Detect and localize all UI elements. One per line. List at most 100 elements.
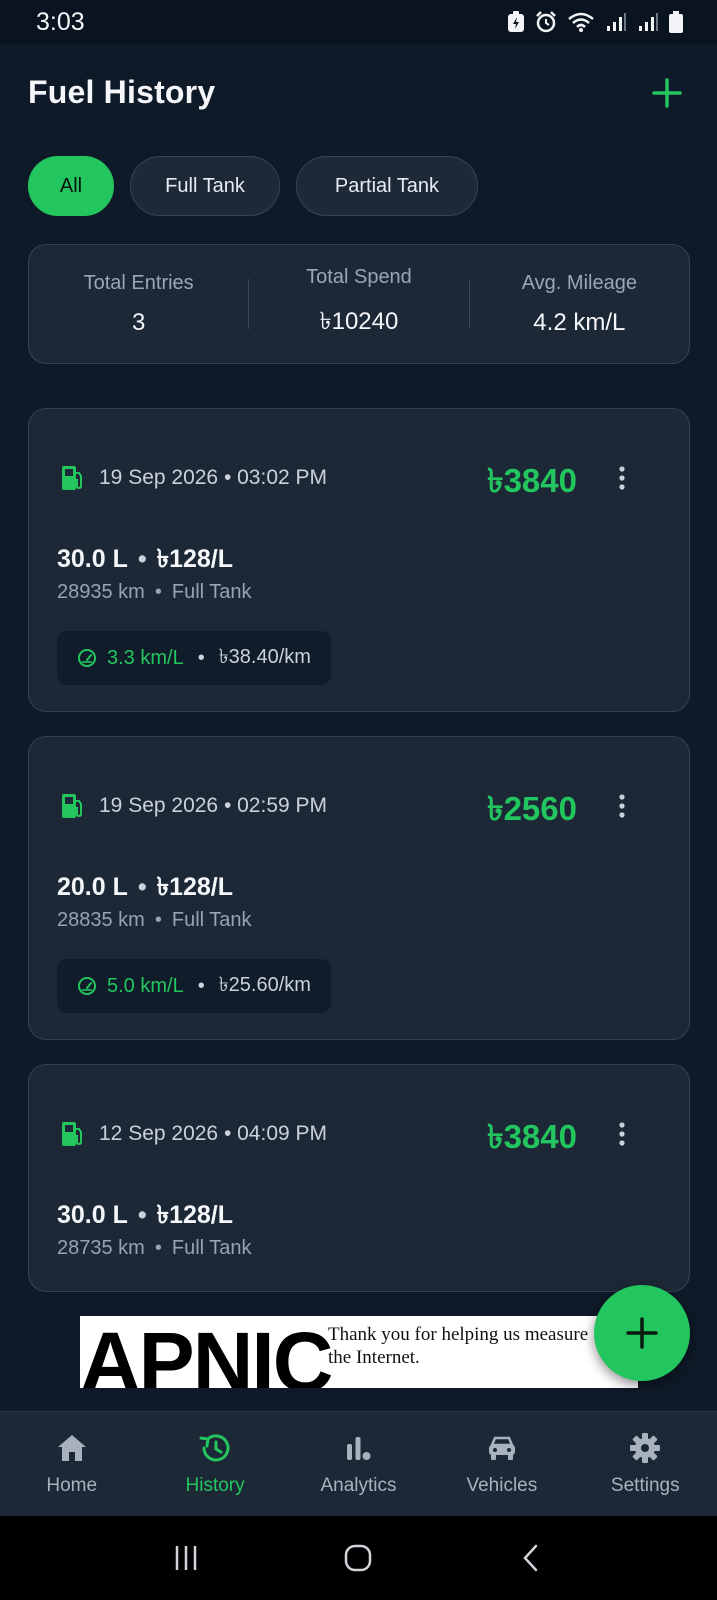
fuel-entry-card[interactable]: 19 Sep 2026 • 03:02 PM ৳3840 30.0 L • ৳128… [28, 408, 690, 712]
status-time: 3:03 [36, 7, 85, 36]
gear-icon [580, 1431, 710, 1465]
entry-date: 12 Sep 2026 • 04:09 PM [99, 1122, 328, 1145]
entry-meta: 28835 km • Full Tank [57, 909, 252, 932]
avg-mileage-value: 4.2 km/L [533, 308, 626, 336]
filter-chips: All Full Tank Partial Tank [28, 156, 478, 216]
speedometer-icon [78, 977, 96, 995]
battery-saver-icon [507, 11, 525, 33]
entry-odometer: 28835 km [57, 909, 145, 931]
total-entries-label: Total Entries [83, 271, 194, 294]
filter-partial-tank-chip[interactable]: Partial Tank [296, 156, 478, 216]
nav-label: Vehicles [466, 1475, 538, 1496]
battery-icon [669, 11, 683, 33]
separator-dot: • [137, 873, 147, 901]
entry-mileage: 3.3 km/L [107, 646, 184, 669]
nav-label: Analytics [320, 1475, 397, 1496]
home-system-button[interactable] [328, 1533, 388, 1583]
entry-price: ৳128/L [156, 545, 234, 573]
entry-volume-price: 20.0 L • ৳128/L [57, 867, 233, 910]
avg-mileage-label: Avg. Mileage [521, 271, 637, 294]
entry-more-button[interactable] [605, 461, 639, 495]
entry-fill-type: Full Tank [171, 1237, 252, 1259]
avg-mileage-stat: Avg. Mileage 4.2 km/L [470, 272, 689, 337]
entry-header: 19 Sep 2026 • 03:02 PM [61, 465, 327, 491]
entry-amount: ৳3840 [487, 462, 577, 499]
more-vertical-icon [619, 794, 625, 818]
history-icon [150, 1431, 280, 1465]
status-icons [507, 11, 683, 33]
recent-apps-button[interactable] [156, 1533, 216, 1583]
entry-price: ৳128/L [156, 873, 234, 901]
entry-volume-price: 30.0 L • ৳128/L [57, 1195, 233, 1238]
entry-more-button[interactable] [605, 789, 639, 823]
entry-date: 19 Sep 2026 • 03:02 PM [99, 466, 328, 489]
separator-dot: • [137, 1201, 147, 1229]
fuel-entry-card[interactable]: 12 Sep 2026 • 04:09 PM ৳3840 30.0 L • ৳128… [28, 1064, 690, 1292]
more-vertical-icon [619, 1122, 625, 1146]
nav-settings[interactable]: Settings [580, 1431, 710, 1497]
total-spend-value: ৳10240 [319, 307, 399, 335]
total-entries-value: 3 [131, 308, 146, 336]
back-button[interactable] [501, 1533, 561, 1583]
entry-mileage: 5.0 km/L [107, 974, 184, 997]
speedometer-icon [78, 649, 96, 667]
signal-icon [605, 11, 627, 33]
bottom-nav: Home History Analytics Vehicles Settings [0, 1411, 717, 1516]
nav-vehicles[interactable]: Vehicles [437, 1431, 567, 1497]
add-entry-button[interactable] [644, 70, 690, 116]
entry-fill-type: Full Tank [171, 581, 252, 603]
entry-volume-price: 30.0 L • ৳128/L [57, 539, 233, 582]
entry-amount: ৳2560 [487, 790, 577, 827]
page-title: Fuel History [28, 74, 216, 110]
add-entry-fab[interactable] [594, 1285, 690, 1381]
separator-dot: • [197, 646, 205, 669]
fuel-pump-icon [62, 794, 82, 818]
back-icon [523, 1544, 538, 1572]
nav-history[interactable]: History [150, 1431, 280, 1497]
efficiency-badge: 5.0 km/L • ৳25.60/km [57, 959, 331, 1013]
plus-icon [626, 1317, 658, 1349]
entry-date: 19 Sep 2026 • 02:59 PM [99, 794, 328, 817]
ad-text: Thank you for helping us measure the Int… [328, 1324, 589, 1368]
fuel-pump-icon [62, 1122, 82, 1146]
entry-cost-per-km: ৳25.60/km [218, 973, 311, 996]
separator-dot: • [154, 909, 162, 931]
separator-dot: • [137, 545, 147, 573]
nav-label: Home [46, 1475, 98, 1496]
ad-logo: APNIC [80, 1316, 333, 1388]
nav-home[interactable]: Home [7, 1431, 137, 1497]
entry-volume: 30.0 L [57, 545, 128, 573]
nav-analytics[interactable]: Analytics [293, 1431, 423, 1497]
entry-fill-type: Full Tank [171, 909, 252, 931]
signal-icon-2 [637, 11, 659, 33]
entry-amount: ৳3840 [487, 1118, 577, 1155]
entry-volume: 30.0 L [57, 1201, 128, 1229]
entry-meta: 28735 km • Full Tank [57, 1237, 252, 1260]
ad-banner[interactable]: APNIC Thank you for helping us measure t… [80, 1316, 638, 1388]
home-icon [7, 1431, 137, 1465]
entry-cost-per-km: ৳38.40/km [218, 645, 311, 668]
nav-label: History [185, 1475, 245, 1496]
total-spend-label: Total Spend [306, 265, 412, 288]
filter-full-tank-chip[interactable]: Full Tank [130, 156, 280, 216]
entry-more-button[interactable] [605, 1117, 639, 1151]
total-entries-stat: Total Entries 3 [29, 272, 248, 337]
total-spend-stat: Total Spend ৳10240 [249, 266, 468, 343]
entry-meta: 28935 km • Full Tank [57, 581, 252, 604]
fuel-pump-icon [62, 466, 82, 490]
more-vertical-icon [619, 466, 625, 490]
filter-all-chip[interactable]: All [28, 156, 114, 216]
separator-dot: • [154, 581, 162, 603]
summary-card: Total Entries 3 Total Spend ৳10240 Avg. … [28, 244, 690, 364]
entry-odometer: 28735 km [57, 1237, 145, 1259]
fuel-entry-card[interactable]: 19 Sep 2026 • 02:59 PM ৳2560 20.0 L • ৳128… [28, 736, 690, 1040]
header: Fuel History [28, 70, 690, 120]
system-nav-bar [0, 1516, 717, 1600]
status-bar: 3:03 [0, 0, 717, 44]
efficiency-badge: 3.3 km/L • ৳38.40/km [57, 631, 331, 685]
wifi-icon [567, 11, 595, 33]
fuel-history-screen: 3:03 Fuel History All Full Tank Partial … [0, 0, 717, 1600]
plus-icon [652, 78, 682, 108]
home-circle-icon [345, 1544, 372, 1572]
alarm-icon [535, 11, 557, 33]
